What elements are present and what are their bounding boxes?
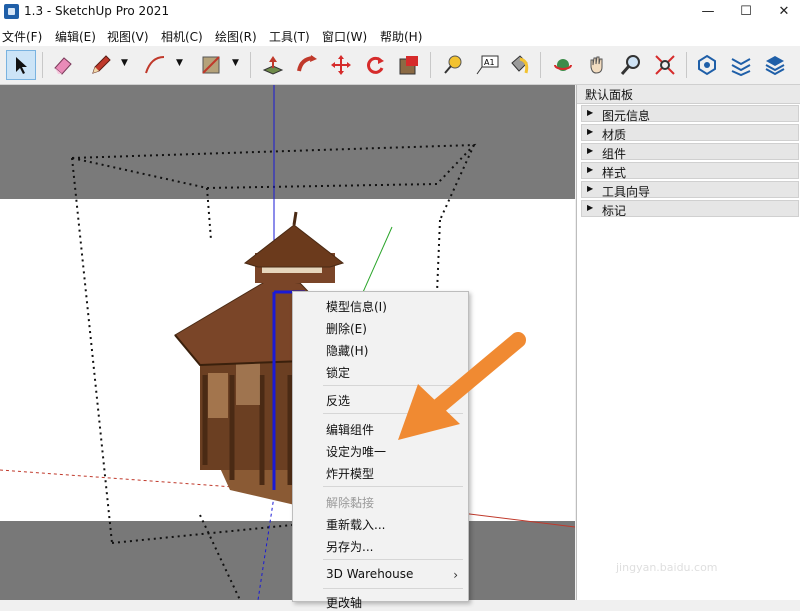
eraser-icon[interactable] bbox=[48, 50, 78, 80]
menu-separator bbox=[323, 413, 463, 414]
svg-text:A1: A1 bbox=[484, 58, 495, 67]
menu-item-invert-selection[interactable]: 反选 bbox=[326, 392, 350, 409]
zoom-extents-icon[interactable] bbox=[650, 50, 680, 80]
menu-help[interactable]: 帮助(H) bbox=[380, 28, 422, 45]
gazebo-model[interactable] bbox=[0, 85, 575, 600]
menu-tools[interactable]: 工具(T) bbox=[269, 28, 310, 45]
menu-item-3d-warehouse[interactable]: 3D Warehouse bbox=[326, 567, 413, 581]
pan-icon[interactable] bbox=[582, 50, 612, 80]
menu-draw[interactable]: 绘图(R) bbox=[215, 28, 257, 45]
panel-label: 工具向导 bbox=[602, 185, 651, 199]
menu-camera[interactable]: 相机(C) bbox=[161, 28, 203, 45]
text-icon[interactable]: A1 bbox=[472, 50, 502, 80]
panel-label: 材质 bbox=[602, 128, 627, 142]
main-toolbar: ▼ ▼ ▼ A1 bbox=[0, 46, 800, 85]
menu-edit[interactable]: 编辑(E) bbox=[55, 28, 96, 45]
panel-tags[interactable]: ▶ 标记 bbox=[581, 200, 799, 218]
sketchup-app-icon bbox=[4, 4, 19, 19]
rectangle-icon[interactable] bbox=[196, 50, 226, 80]
chevron-down-icon[interactable]: ▼ bbox=[176, 58, 183, 68]
orbit-icon[interactable] bbox=[548, 50, 578, 80]
expand-arrow-icon: ▶ bbox=[587, 108, 594, 117]
expand-arrow-icon: ▶ bbox=[587, 146, 594, 155]
pencil-icon[interactable] bbox=[86, 50, 116, 80]
menu-window[interactable]: 窗口(W) bbox=[322, 28, 367, 45]
model-viewport[interactable] bbox=[0, 85, 575, 600]
panel-components[interactable]: ▶ 组件 bbox=[581, 143, 799, 161]
select-icon[interactable] bbox=[6, 50, 36, 80]
toolbar-separator bbox=[430, 52, 431, 78]
menu-item-change-axes[interactable]: 更改轴 bbox=[326, 594, 362, 611]
minimize-button[interactable]: — bbox=[698, 2, 718, 22]
tape-measure-icon[interactable] bbox=[438, 50, 468, 80]
tray-title: 默认面板 bbox=[585, 88, 634, 102]
maximize-button[interactable]: ☐ bbox=[736, 2, 756, 22]
menu-item-model-info[interactable]: 模型信息(I) bbox=[326, 298, 387, 315]
watermark-text: Bai 经验 bbox=[612, 521, 742, 556]
menu-item-explode[interactable]: 炸开模型 bbox=[326, 465, 374, 482]
menu-item-lock[interactable]: 锁定 bbox=[326, 364, 350, 381]
menu-separator bbox=[323, 559, 463, 560]
window-title: 1.3 - SketchUp Pro 2021 bbox=[24, 4, 170, 18]
menu-file[interactable]: 文件(F) bbox=[2, 28, 42, 45]
extension-warehouse-icon[interactable] bbox=[726, 50, 756, 80]
warehouse-icon[interactable] bbox=[692, 50, 722, 80]
panel-materials[interactable]: ▶ 材质 bbox=[581, 124, 799, 142]
toolbar-separator bbox=[42, 52, 43, 78]
panel-styles[interactable]: ▶ 样式 bbox=[581, 162, 799, 180]
watermark-url: jingyan.baidu.com bbox=[616, 561, 718, 574]
toolbar-separator bbox=[250, 52, 251, 78]
menu-item-reload[interactable]: 重新载入... bbox=[326, 516, 385, 533]
rotate-icon[interactable] bbox=[360, 50, 390, 80]
move-icon[interactable] bbox=[326, 50, 356, 80]
layout-icon[interactable] bbox=[760, 50, 790, 80]
menu-item-make-unique[interactable]: 设定为唯一 bbox=[326, 443, 386, 460]
menu-item-save-as[interactable]: 另存为... bbox=[326, 538, 373, 555]
arc-icon[interactable] bbox=[140, 50, 170, 80]
zoom-icon[interactable] bbox=[616, 50, 646, 80]
offset-icon[interactable] bbox=[394, 50, 424, 80]
context-menu: 模型信息(I) 删除(E) 隐藏(H) 锁定 反选 编辑组件 设定为唯一 炸开模… bbox=[292, 291, 469, 610]
title-bar: 1.3 - SketchUp Pro 2021 — ☐ ✕ bbox=[0, 0, 800, 24]
chevron-down-icon[interactable]: ▼ bbox=[121, 58, 128, 68]
menu-separator bbox=[323, 588, 463, 589]
close-button[interactable]: ✕ bbox=[774, 2, 794, 22]
baidu-watermark: Bai 经验 jingyan.baidu.com bbox=[612, 513, 742, 574]
expand-arrow-icon: ▶ bbox=[587, 165, 594, 174]
chevron-down-icon[interactable]: ▼ bbox=[232, 58, 239, 68]
menu-view[interactable]: 视图(V) bbox=[107, 28, 149, 45]
menu-separator bbox=[323, 385, 463, 386]
expand-arrow-icon: ▶ bbox=[587, 184, 594, 193]
menu-item-delete[interactable]: 删除(E) bbox=[326, 320, 367, 337]
panel-label: 样式 bbox=[602, 166, 627, 180]
tray-title-bar: 默认面板 bbox=[577, 85, 800, 104]
menu-item-unglue: 解除黏接 bbox=[326, 496, 375, 510]
follow-me-icon[interactable] bbox=[292, 50, 322, 80]
panel-label: 标记 bbox=[602, 204, 627, 218]
menu-bar: 文件(F) 编辑(E) 视图(V) 相机(C) 绘图(R) 工具(T) 窗口(W… bbox=[0, 24, 800, 47]
panel-label: 组件 bbox=[602, 147, 627, 161]
expand-arrow-icon: ▶ bbox=[587, 203, 594, 212]
expand-arrow-icon: ▶ bbox=[587, 127, 594, 136]
push-pull-icon[interactable] bbox=[258, 50, 288, 80]
panel-entity-info[interactable]: ▶ 图元信息 bbox=[581, 105, 799, 123]
menu-item-hide[interactable]: 隐藏(H) bbox=[326, 342, 368, 359]
toolbar-separator bbox=[686, 52, 687, 78]
menu-separator bbox=[323, 486, 463, 487]
menu-item-edit-component[interactable]: 编辑组件 bbox=[326, 421, 374, 438]
toolbar-separator bbox=[540, 52, 541, 78]
submenu-arrow-icon: › bbox=[453, 568, 458, 582]
panel-label: 图元信息 bbox=[602, 109, 651, 123]
panel-instructor[interactable]: ▶ 工具向导 bbox=[581, 181, 799, 199]
paint-bucket-icon[interactable] bbox=[504, 50, 534, 80]
